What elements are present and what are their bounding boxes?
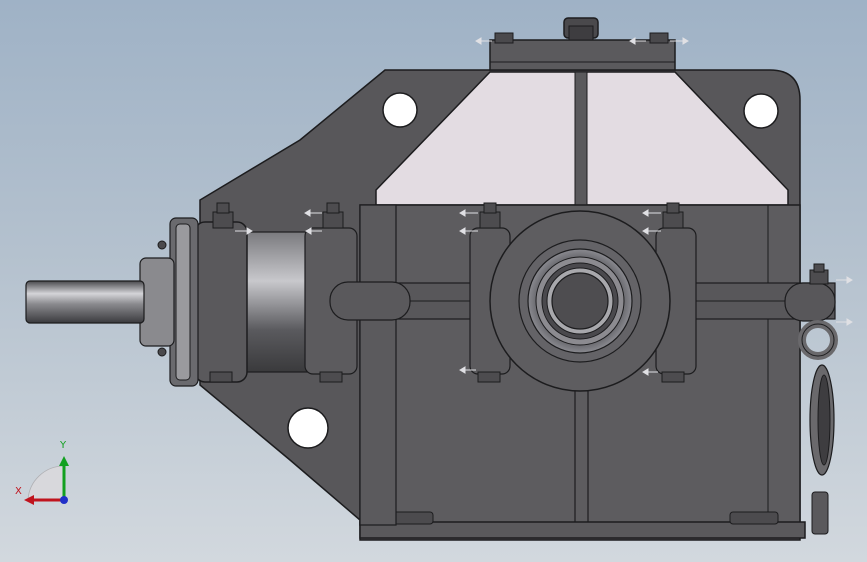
input-bearing-sleeve (244, 231, 314, 373)
housing-rib-left (359, 204, 397, 526)
cover-center-rib (574, 71, 588, 206)
triad-y-label: Y (60, 440, 67, 451)
gearbox-model[interactable] (0, 0, 867, 562)
input-hub (139, 257, 175, 347)
cover-bolt-right (649, 32, 669, 44)
foot-pad-right (729, 511, 779, 525)
graphics-viewport[interactable]: Y X (0, 0, 867, 562)
cover-bolt-left (494, 32, 514, 44)
mounting-hole-top-left (382, 92, 418, 128)
triad-x-label: X (15, 486, 22, 497)
coordinate-triad (24, 456, 69, 505)
drain-plug (811, 491, 829, 535)
output-shaft-end (551, 272, 609, 330)
input-end-cap (194, 221, 248, 383)
right-lug-arm (784, 282, 836, 322)
mounting-hole-top-right (743, 93, 779, 129)
mounting-hole-bottom-left (287, 407, 329, 449)
rib-lug (329, 281, 411, 321)
input-shaft (25, 280, 145, 324)
top-cover-plate (489, 39, 676, 71)
